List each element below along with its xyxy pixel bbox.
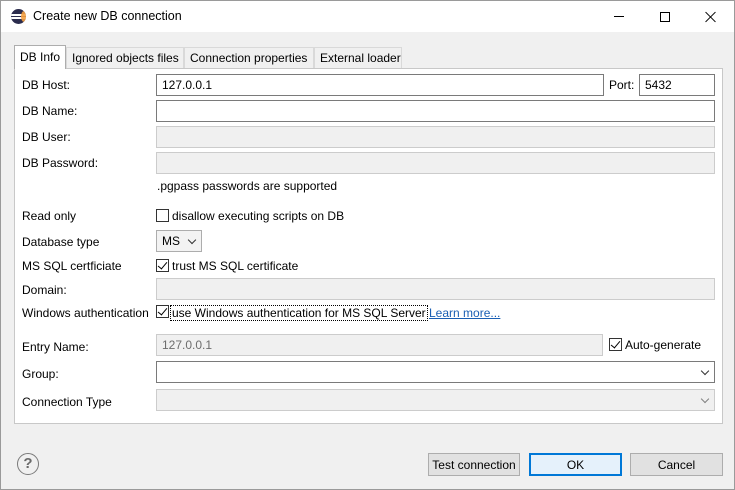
pgpass-note: .pgpass passwords are supported: [157, 179, 338, 193]
trust-certificate-check-label[interactable]: trust MS SQL certificate: [172, 259, 298, 273]
entry-name-input[interactable]: 127.0.0.1: [156, 334, 603, 356]
tab-db-info[interactable]: DB Info: [14, 45, 66, 69]
port-input[interactable]: 5432: [639, 74, 715, 96]
port-label: Port:: [609, 78, 635, 92]
tab-connection-properties[interactable]: Connection properties: [184, 47, 314, 68]
group-label: Group:: [22, 367, 59, 381]
read-only-label: Read only: [22, 209, 77, 223]
cancel-button[interactable]: Cancel: [630, 453, 723, 476]
db-user-label: DB User:: [22, 130, 71, 144]
app-icon: [11, 9, 26, 24]
database-type-value: MS: [162, 234, 180, 248]
db-password-input[interactable]: [156, 152, 715, 174]
connection-type-select[interactable]: [156, 389, 715, 411]
minimize-button[interactable]: [596, 1, 642, 32]
connection-type-label: Connection Type: [22, 395, 112, 409]
minimize-icon: [614, 16, 624, 17]
chevron-down-icon: [700, 394, 710, 404]
read-only-check-label[interactable]: disallow executing scripts on DB: [172, 209, 344, 223]
test-connection-button[interactable]: Test connection: [428, 453, 520, 476]
auto-generate-label[interactable]: Auto-generate: [625, 338, 701, 352]
tab-ignored-objects-files[interactable]: Ignored objects files: [66, 47, 184, 68]
chevron-down-icon: [700, 366, 710, 376]
dialog-window: Create new DB connection DB Info Ignored…: [0, 0, 735, 490]
group-select[interactable]: [156, 361, 715, 383]
db-password-label: DB Password:: [22, 156, 99, 170]
auto-generate-checkbox[interactable]: [609, 338, 622, 351]
maximize-button[interactable]: [642, 1, 688, 32]
close-icon: [705, 11, 717, 23]
db-name-input[interactable]: [156, 100, 715, 122]
help-icon[interactable]: ?: [17, 453, 39, 475]
close-button[interactable]: [688, 1, 734, 32]
maximize-icon: [660, 11, 670, 22]
windows-auth-checkbox[interactable]: [156, 305, 169, 318]
domain-label: Domain:: [22, 283, 67, 297]
ok-button[interactable]: OK: [529, 453, 622, 476]
database-type-select[interactable]: MS: [156, 230, 202, 252]
trust-certificate-checkbox[interactable]: [156, 259, 169, 272]
chevron-down-icon: [187, 235, 197, 245]
windows-auth-label: Windows authentication: [22, 306, 149, 320]
window-title: Create new DB connection: [33, 9, 182, 23]
db-host-input[interactable]: 127.0.0.1: [156, 74, 604, 96]
tab-external-loader[interactable]: External loader: [314, 47, 402, 68]
db-user-input[interactable]: [156, 126, 715, 148]
windows-auth-check-label[interactable]: use Windows authentication for MS SQL Se…: [170, 305, 428, 321]
db-name-label: DB Name:: [22, 104, 78, 118]
domain-input[interactable]: [156, 278, 715, 300]
title-bar: Create new DB connection: [1, 1, 734, 32]
database-type-label: Database type: [22, 235, 100, 249]
entry-name-label: Entry Name:: [22, 340, 89, 354]
read-only-checkbox[interactable]: [156, 209, 169, 222]
ms-sql-certificate-label: MS SQL certficiate: [22, 259, 122, 273]
learn-more-link[interactable]: Learn more...: [429, 306, 500, 320]
db-host-label: DB Host:: [22, 78, 71, 92]
